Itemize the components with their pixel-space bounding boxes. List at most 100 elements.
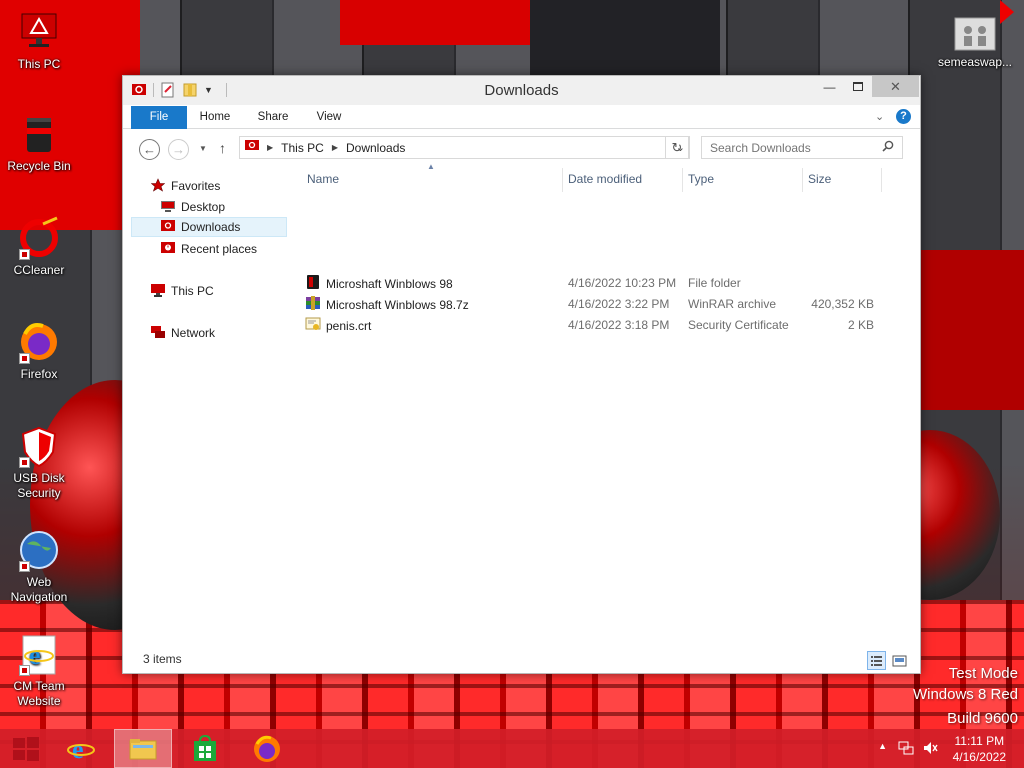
refresh-button[interactable]: ↻	[665, 136, 689, 159]
file-size: 420,352 KB	[811, 297, 874, 311]
shortcut-arrow-icon	[19, 561, 30, 572]
firefox-icon	[17, 320, 61, 364]
wallpaper-block-red	[340, 0, 530, 45]
tab-view[interactable]: View	[309, 106, 349, 129]
monitor-icon	[17, 10, 61, 54]
tab-home[interactable]: Home	[193, 106, 237, 129]
column-header-date[interactable]: Date modified	[568, 172, 642, 186]
nav-network[interactable]: Network	[151, 323, 215, 343]
desktop-icon-cm-team-website[interactable]: e CM Team Website	[1, 632, 77, 709]
desktop-icon-firefox[interactable]: Firefox	[1, 320, 77, 382]
red-cursor-icon	[1000, 0, 1014, 24]
search-box[interactable]	[701, 136, 903, 159]
recent-places-icon	[161, 241, 175, 257]
svg-text:e: e	[72, 735, 84, 764]
network-share-icon	[953, 16, 997, 52]
column-header-name[interactable]: Name	[307, 172, 339, 186]
minimize-button[interactable]: —	[816, 76, 843, 97]
title-bar[interactable]: ▼ Downloads — ✕	[123, 76, 920, 105]
details-view-icon	[871, 656, 882, 666]
breadcrumb-this-pc[interactable]: This PC	[281, 141, 324, 155]
nav-downloads[interactable]: Downloads	[131, 217, 287, 237]
start-button[interactable]	[0, 729, 52, 768]
file-name: Microshaft Winblows 98.7z	[326, 297, 469, 312]
maximize-button[interactable]	[844, 76, 871, 97]
desktop-icon-recycle-bin[interactable]: Recycle Bin	[1, 112, 77, 174]
watermark-test-mode: Test Mode	[948, 665, 1018, 682]
forward-button[interactable]: →	[168, 139, 189, 160]
desktop-icon-semeaswap[interactable]: semeaswap...	[936, 16, 1014, 70]
status-bar: 3 items	[123, 645, 920, 673]
desktop-icon-label: This PC	[17, 57, 61, 71]
taskbar-store[interactable]	[176, 729, 234, 768]
nav-label: Favorites	[171, 179, 221, 193]
recent-locations-chevron-icon[interactable]: ▼	[199, 144, 207, 153]
shortcut-arrow-icon	[19, 457, 30, 468]
nav-this-pc[interactable]: This PC	[151, 281, 214, 301]
column-header-type[interactable]: Type	[688, 172, 714, 186]
chevron-down-icon[interactable]: ⌄	[875, 110, 884, 123]
archive-icon	[305, 295, 321, 314]
help-icon[interactable]: ?	[896, 109, 911, 124]
volume-muted-icon[interactable]	[922, 740, 938, 759]
close-button[interactable]: ✕	[872, 76, 919, 97]
desktop-icon	[161, 200, 175, 215]
search-icon[interactable]	[882, 140, 894, 155]
table-row[interactable]: Microshaft Winblows 98.7z 4/16/2022 3:22…	[305, 294, 885, 314]
desktop-icon-this-pc[interactable]: This PC	[1, 10, 77, 72]
large-icons-view-icon	[892, 655, 907, 667]
watermark-build: Build 9600	[947, 710, 1018, 727]
desktop-icon-ccleaner[interactable]: CCleaner	[1, 216, 77, 278]
nav-label: This PC	[171, 284, 214, 298]
store-icon	[194, 734, 216, 761]
details-view-button[interactable]	[867, 651, 886, 670]
column-header-size[interactable]: Size	[808, 172, 831, 186]
address-bar[interactable]: ▶ This PC ▶ Downloads ⌄	[239, 136, 690, 159]
nav-label: Recent places	[181, 242, 258, 256]
file-list: ▲ Name Date modified Type Size Microshaf…	[295, 162, 915, 634]
desktop-icon-web-navigation[interactable]: Web Navigation	[1, 528, 77, 605]
show-hidden-icons-icon[interactable]: ▲	[878, 741, 887, 751]
nav-favorites[interactable]: Favorites	[150, 176, 221, 196]
sort-arrow-icon: ▲	[427, 162, 435, 171]
svg-text:e: e	[29, 641, 41, 670]
watermark-os-name: Windows 8 Red	[912, 686, 1018, 703]
network-status-icon[interactable]	[898, 740, 914, 759]
firefox-icon	[254, 735, 280, 762]
breadcrumb-arrow-icon[interactable]: ▶	[267, 143, 273, 152]
table-row[interactable]: penis.crt 4/16/2022 3:18 PM Security Cer…	[305, 315, 885, 335]
breadcrumb-arrow-icon[interactable]: ▶	[332, 143, 338, 152]
file-date: 4/16/2022 3:22 PM	[568, 297, 670, 311]
table-row[interactable]: Microshaft Winblows 98 4/16/2022 10:23 P…	[305, 273, 885, 293]
tab-share[interactable]: Share	[251, 106, 295, 129]
monitor-icon	[151, 283, 165, 300]
clock-time: 11:11 PM	[954, 734, 1005, 748]
clock-date: 4/16/2022	[952, 750, 1006, 764]
internet-explorer-icon: e	[17, 632, 61, 676]
wallpaper-block-dark	[530, 0, 720, 75]
taskbar-internet-explorer[interactable]: e	[52, 729, 110, 768]
nav-label: Desktop	[181, 200, 226, 214]
globe-icon	[17, 528, 61, 572]
ribbon-tabs: File Home Share View ⌄ ?	[123, 106, 920, 129]
nav-recent-places[interactable]: Recent places	[161, 239, 257, 259]
tab-file[interactable]: File	[131, 106, 187, 129]
shortcut-arrow-icon	[19, 353, 30, 364]
taskbar-firefox[interactable]	[238, 729, 296, 768]
folder-icon	[305, 274, 321, 293]
large-icons-view-button[interactable]	[890, 651, 909, 670]
internet-explorer-icon: e	[67, 735, 95, 764]
breadcrumb-downloads[interactable]: Downloads	[346, 141, 405, 155]
taskbar-file-explorer[interactable]	[114, 729, 172, 768]
up-arrow-icon[interactable]: ↑	[219, 140, 226, 156]
shortcut-arrow-icon	[19, 665, 30, 676]
maximize-icon	[852, 82, 863, 91]
clock[interactable]: 11:11 PM 4/16/2022	[953, 733, 1006, 765]
windows-logo-icon	[13, 736, 39, 761]
explorer-window[interactable]: ▼ Downloads — ✕ File Home Share View ⌄ ?…	[122, 75, 921, 674]
nav-desktop[interactable]: Desktop	[161, 197, 225, 217]
recycle-bin-icon	[17, 112, 61, 156]
back-button[interactable]: ←	[139, 139, 160, 160]
search-input[interactable]	[710, 140, 880, 155]
desktop-icon-usb-disk-security[interactable]: USB Disk Security	[1, 424, 77, 501]
